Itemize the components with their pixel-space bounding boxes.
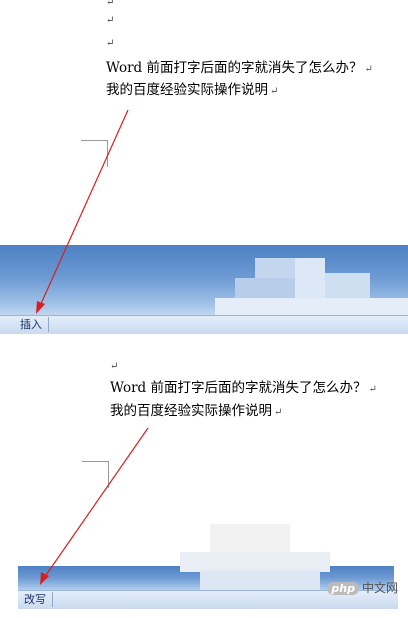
arrow-line (43, 427, 149, 579)
screenshot-overwrite-mode: ↵ Word 前面打字后面的字就消失了怎么办？ ↵ 我的百度经验实际操作说明 ↵ 改… (0, 352, 408, 618)
arrow-head (40, 572, 49, 585)
arrow-head (36, 301, 45, 314)
screenshot-insert-mode: ↵ ↵ ↵ Word 前面打字后面的字就消失了怎么办？ ↵ 我的百度经验实际操作说… (0, 0, 408, 335)
red-arrow-annotation (40, 427, 149, 585)
arrow-line (39, 109, 129, 307)
red-arrow-annotation (36, 109, 129, 314)
